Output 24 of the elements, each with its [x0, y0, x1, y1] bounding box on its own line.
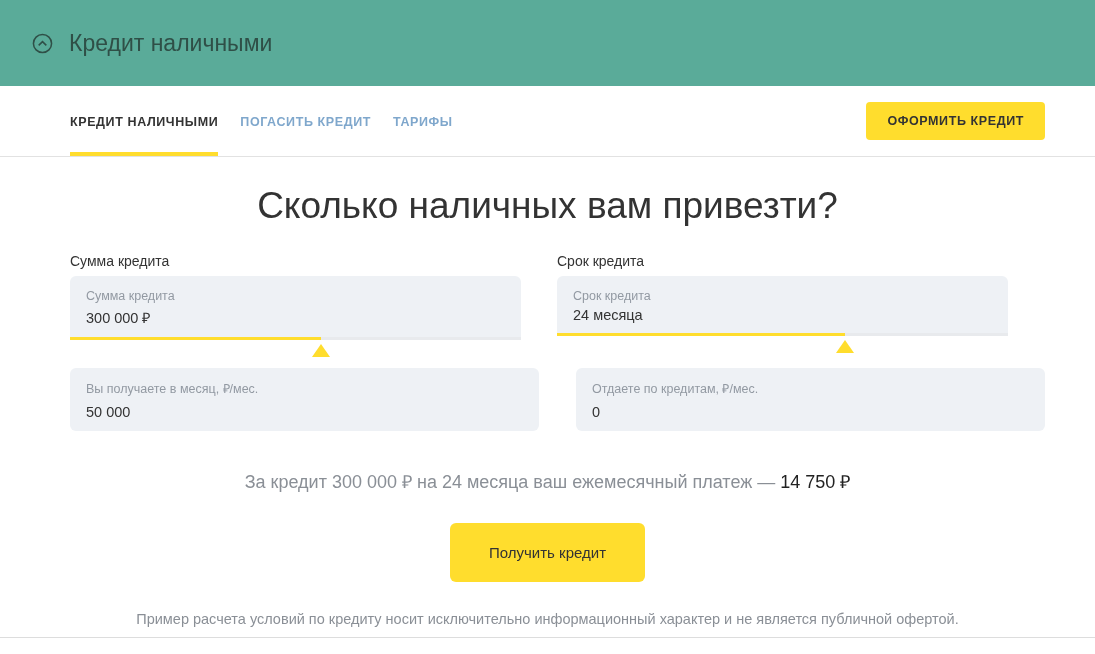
apply-button[interactable]: ОФОРМИТЬ КРЕДИТ: [866, 102, 1045, 140]
field-caption: Сумма кредита: [70, 253, 171, 269]
collapse-icon[interactable]: [32, 32, 53, 54]
nav-tab[interactable]: КРЕДИТ НАЛИЧНЫМИ: [70, 86, 219, 156]
input-field[interactable]: Отдаете по кредитам, ₽/мес. 0: [576, 368, 1045, 431]
slider-field[interactable]: Сумма кредита 300 000 ₽: [70, 276, 521, 337]
field-value: 300 000 ₽: [86, 309, 152, 327]
field-caption: Срок кредита: [557, 253, 646, 269]
get-credit-button[interactable]: Получить кредит: [450, 523, 645, 582]
slider-thumb[interactable]: [311, 344, 330, 357]
payment-summary: За кредит 300 000 ₽ на 24 месяца ваш ежемесячный платеж — 14 750 ₽: [243, 471, 852, 493]
field-value: 50 000: [86, 404, 132, 420]
slider-field[interactable]: Срок кредита 24 месяца: [557, 276, 1008, 333]
input-field[interactable]: Вы получаете в месяц, ₽/мес. 50 000: [70, 368, 539, 431]
main-heading: Сколько наличных вам привезти?: [256, 185, 839, 227]
field-label: Срок кредита: [573, 289, 652, 303]
disclaimer-text: Пример расчета условий по кредиту носит исключительно информационный характер и не является публичной офертой.: [0, 611, 1095, 638]
field-value: 0: [592, 404, 602, 420]
field-value: 24 месяца: [573, 307, 644, 323]
slider-thumb[interactable]: [835, 340, 854, 353]
field-label: Отдаете по кредитам, ₽/мес.: [592, 381, 760, 397]
page-title: Кредит наличными: [69, 29, 273, 57]
field-label: Вы получаете в месяц, ₽/мес.: [86, 381, 260, 397]
field-label: Сумма кредита: [86, 289, 176, 303]
